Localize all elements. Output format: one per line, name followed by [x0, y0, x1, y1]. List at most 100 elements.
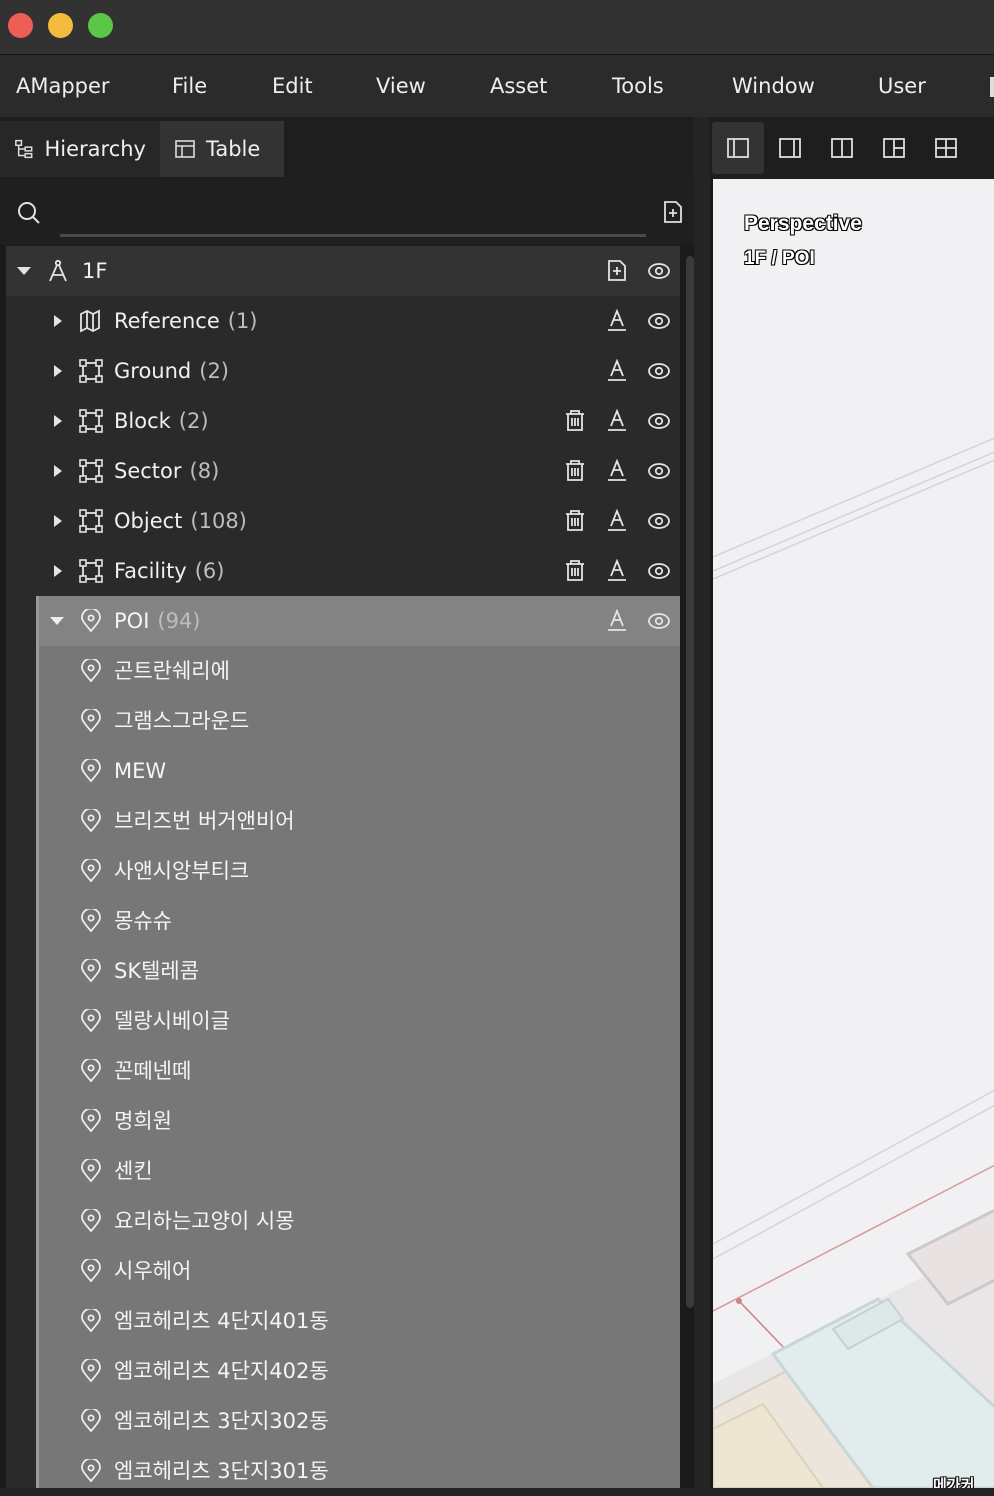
poi-item[interactable]: 센킨	[6, 1146, 680, 1196]
expand-caret-icon[interactable]	[51, 513, 65, 529]
visibility-eye-icon[interactable]	[647, 260, 671, 282]
poi-item[interactable]: 명희원	[6, 1096, 680, 1146]
collapse-caret-icon[interactable]	[16, 263, 32, 279]
tab-table[interactable]: Table	[160, 121, 284, 177]
menu-file[interactable]: File	[172, 55, 207, 117]
tab-table-label: Table	[206, 137, 261, 161]
poi-item[interactable]: 사앤시앙부티크	[6, 846, 680, 896]
visibility-eye-icon[interactable]	[647, 410, 671, 432]
label-toggle-icon[interactable]	[607, 509, 627, 533]
poi-item[interactable]: 엠코헤리츠 3단지302동	[6, 1396, 680, 1446]
label-toggle-icon[interactable]	[607, 459, 627, 483]
layer-row-facility[interactable]: Facility (6)	[6, 546, 680, 596]
search-input[interactable]	[60, 193, 650, 235]
layer-row-block[interactable]: Block (2)	[6, 396, 680, 446]
poi-item[interactable]: 델랑시베이글	[6, 996, 680, 1046]
layer-label-text: Block	[114, 409, 171, 433]
poi-item[interactable]: SK텔레콤	[6, 946, 680, 996]
two-column-layout-button[interactable]	[816, 122, 868, 174]
poi-item[interactable]: 곤트란쉐리에	[6, 646, 680, 696]
poi-item[interactable]: MEW	[6, 746, 680, 796]
tree-root-1f[interactable]: 1F	[6, 246, 680, 296]
hierarchy-icon	[15, 139, 33, 159]
tab-hierarchy[interactable]: Hierarchy	[0, 121, 160, 177]
add-document-icon[interactable]	[662, 200, 684, 224]
add-layer-icon[interactable]	[606, 259, 628, 283]
menu-view[interactable]: View	[376, 55, 426, 117]
zoom-window-button[interactable]	[88, 13, 113, 38]
poi-item[interactable]: 요리하는고양이 시몽	[6, 1196, 680, 1246]
delete-trash-icon[interactable]	[564, 409, 586, 433]
visibility-eye-icon[interactable]	[647, 610, 671, 632]
expand-caret-icon[interactable]	[51, 363, 65, 379]
layer-row-reference[interactable]: Reference (1)	[6, 296, 680, 346]
poi-item-label-text: 엠코헤리츠 3단지301동	[114, 1459, 329, 1483]
layer-row-sector[interactable]: Sector (8)	[6, 446, 680, 496]
visibility-eye-icon[interactable]	[647, 460, 671, 482]
right-panel-layout-icon	[779, 138, 801, 158]
layer-label-count: (8)	[189, 459, 220, 483]
map-viewport[interactable]: Perspective 1F / POI 메가커	[710, 179, 994, 1488]
poi-item-label: 엠코헤리츠 4단지402동	[114, 1346, 329, 1396]
left-panel-layout-button[interactable]	[712, 122, 764, 174]
poi-item[interactable]: 엠코헤리츠 4단지401동	[6, 1296, 680, 1346]
delete-trash-icon[interactable]	[564, 459, 586, 483]
collapse-caret-icon[interactable]	[49, 613, 65, 629]
location-pin-icon	[81, 1409, 101, 1433]
poi-item-label: 몽슈슈	[114, 896, 172, 946]
poi-item[interactable]: 시우헤어	[6, 1246, 680, 1296]
expand-caret-icon[interactable]	[51, 463, 65, 479]
three-pane-layout-button[interactable]	[868, 122, 920, 174]
poi-item[interactable]: 꼰떼넨떼	[6, 1046, 680, 1096]
label-toggle-icon[interactable]	[607, 359, 627, 383]
visibility-eye-icon[interactable]	[647, 560, 671, 582]
delete-trash-icon[interactable]	[564, 509, 586, 533]
poi-item-label: SK텔레콤	[114, 946, 199, 996]
delete-trash-icon[interactable]	[564, 559, 586, 583]
visibility-eye-icon[interactable]	[647, 310, 671, 332]
right-panel-layout-button[interactable]	[764, 122, 816, 174]
poi-item-label-text: 곤트란쉐리에	[114, 659, 230, 683]
location-pin-icon	[81, 809, 101, 833]
location-pin-icon	[81, 659, 101, 683]
poi-item-label: 엠코헤리츠 3단지302동	[114, 1396, 329, 1446]
layer-label-count: (2)	[178, 409, 209, 433]
layer-label-text: Facility	[114, 559, 187, 583]
poi-item[interactable]: 그램스그라운드	[6, 696, 680, 746]
poi-item-label-text: 브리즈번 버거앤비어	[114, 809, 295, 833]
window-title-bar	[0, 0, 994, 55]
expand-caret-icon[interactable]	[51, 563, 65, 579]
label-toggle-icon[interactable]	[607, 409, 627, 433]
menu-asset[interactable]: Asset	[490, 55, 547, 117]
visibility-eye-icon[interactable]	[647, 360, 671, 382]
map-bottom-label: 메가커	[933, 1477, 975, 1488]
layer-label: Ground (2)	[114, 346, 229, 396]
poi-item[interactable]: 엠코헤리츠 4단지402동	[6, 1346, 680, 1396]
menu-window[interactable]: Window	[732, 55, 815, 117]
four-grid-layout-button[interactable]	[920, 122, 972, 174]
label-toggle-icon[interactable]	[607, 559, 627, 583]
poi-item[interactable]: 엠코헤리츠 3단지301동	[6, 1446, 680, 1496]
menu-user[interactable]: User	[878, 55, 926, 117]
label-toggle-icon[interactable]	[607, 609, 627, 633]
layer-label-text: Sector	[114, 459, 182, 483]
layer-row-poi[interactable]: POI (94)	[6, 596, 680, 646]
menu-tools[interactable]: Tools	[612, 55, 664, 117]
poi-item[interactable]: 브리즈번 버거앤비어	[6, 796, 680, 846]
poi-item[interactable]: 몽슈슈	[6, 896, 680, 946]
layer-row-object[interactable]: Object (108)	[6, 496, 680, 546]
layer-label: Sector (8)	[114, 446, 219, 496]
close-window-button[interactable]	[8, 13, 33, 38]
expand-caret-icon[interactable]	[51, 313, 65, 329]
tree-scrollbar[interactable]	[686, 256, 694, 1308]
location-pin-icon	[81, 1359, 101, 1383]
poi-item-label: 사앤시앙부티크	[114, 846, 249, 896]
layer-row-ground[interactable]: Ground (2)	[6, 346, 680, 396]
expand-caret-icon[interactable]	[51, 413, 65, 429]
menu-edit[interactable]: Edit	[272, 55, 313, 117]
visibility-eye-icon[interactable]	[647, 510, 671, 532]
polygon-icon	[79, 459, 103, 483]
app-menu[interactable]: AMapper	[16, 55, 110, 117]
minimize-window-button[interactable]	[48, 13, 73, 38]
label-toggle-icon[interactable]	[607, 309, 627, 333]
